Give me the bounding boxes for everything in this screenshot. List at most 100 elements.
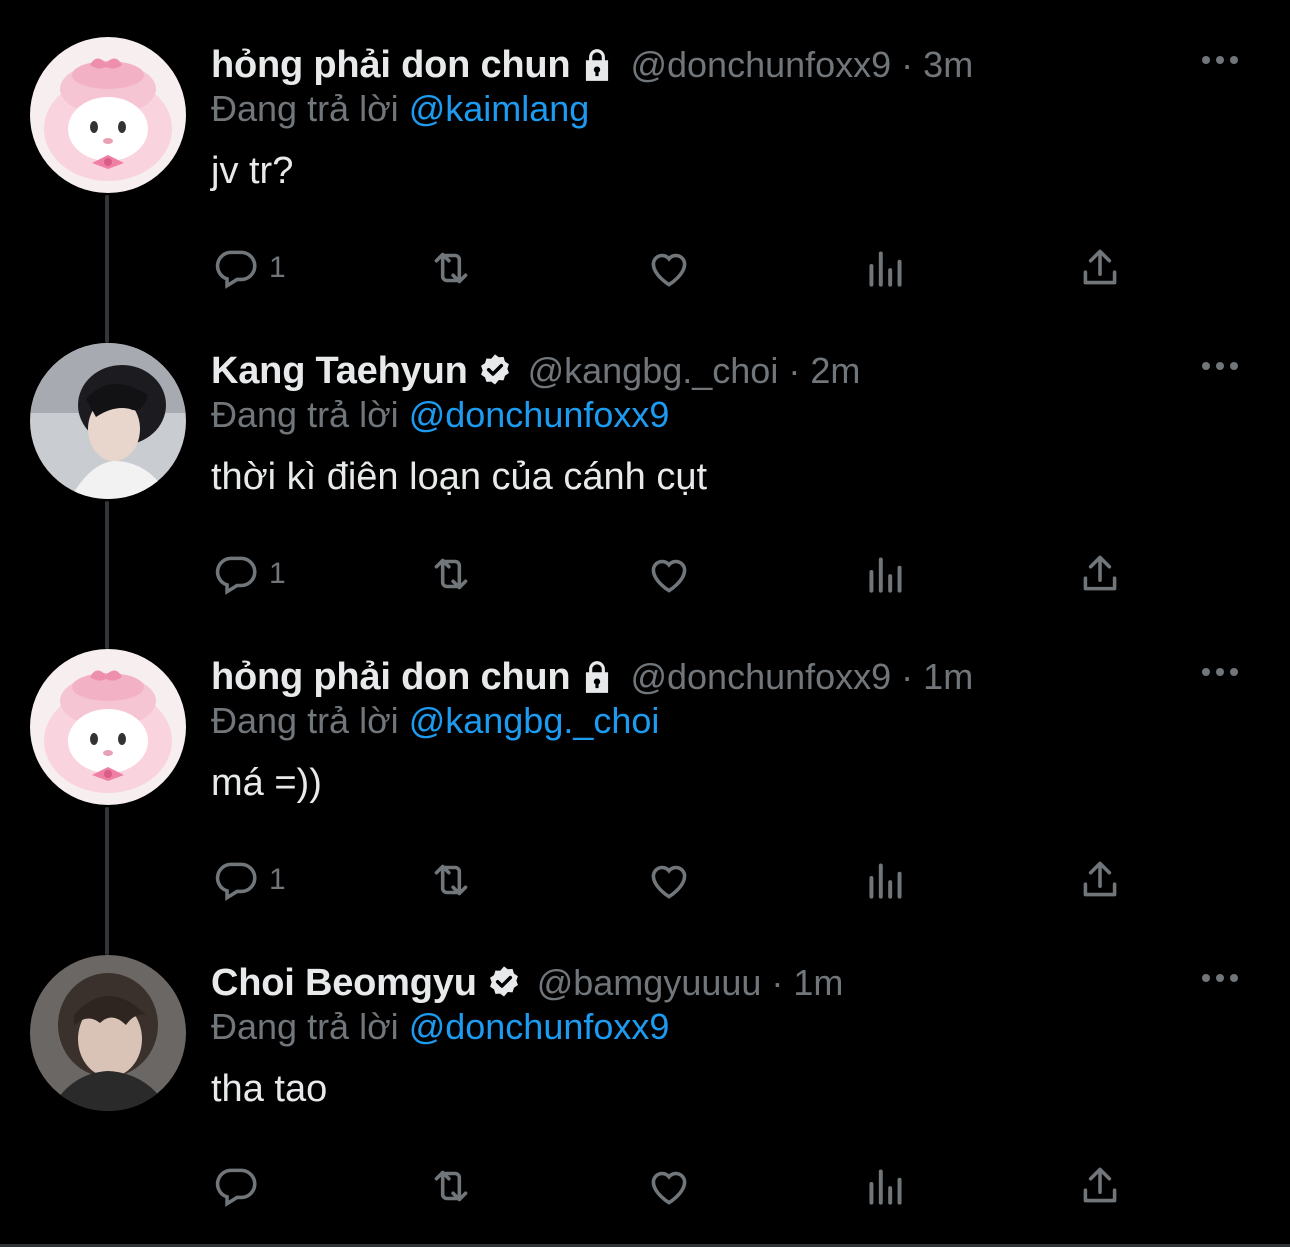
- views-button[interactable]: [861, 242, 911, 294]
- replying-to-link[interactable]: @kaimlang: [409, 88, 590, 129]
- retweet-button[interactable]: [426, 1160, 476, 1212]
- replying-to-link[interactable]: @donchunfoxx9: [409, 394, 670, 435]
- replying-to-label: Đang trả lời: [211, 700, 409, 741]
- retweet-button[interactable]: [426, 242, 476, 294]
- dot-icon: [1216, 362, 1224, 370]
- replying-to: Đang trả lời @kangbg._choi: [211, 700, 1230, 752]
- avatar[interactable]: [30, 343, 186, 499]
- tweet[interactable]: Kang Taehyun @kangbg._choi · 2m Đang trả…: [0, 306, 1290, 649]
- tweet-text: má =)): [211, 762, 322, 804]
- dot-icon: [1202, 974, 1210, 982]
- retweet-button[interactable]: [426, 854, 476, 906]
- separator-dot: ·: [771, 962, 784, 1003]
- heart-icon: [651, 865, 687, 899]
- replying-to: Đang trả lời @donchunfoxx9: [211, 394, 1230, 446]
- user-handle[interactable]: @bamgyuuuu: [537, 962, 762, 1004]
- separator-dot: ·: [901, 44, 914, 85]
- like-button[interactable]: [644, 242, 694, 294]
- timestamp[interactable]: 3m: [923, 44, 973, 86]
- reply-button[interactable]: 1: [211, 854, 286, 906]
- more-options-button[interactable]: [1202, 50, 1238, 70]
- replying-to-link[interactable]: @kangbg._choi: [409, 700, 660, 741]
- pink-bunny-avatar-icon: [30, 649, 186, 805]
- retweet-icon: [434, 1170, 468, 1202]
- action-bar: 1: [211, 242, 1131, 294]
- timestamp[interactable]: 2m: [810, 350, 860, 392]
- avatar[interactable]: [30, 649, 186, 805]
- tweet[interactable]: Choi Beomgyu @bamgyuuuu · 1m Đang trả lờ…: [0, 918, 1290, 1224]
- more-options-button[interactable]: [1202, 968, 1238, 988]
- replying-to: Đang trả lời @kaimlang: [211, 88, 1230, 140]
- dot-icon: [1202, 362, 1210, 370]
- tweet-text: jv tr?: [211, 150, 294, 192]
- action-bar: [211, 1160, 1131, 1212]
- dot-icon: [1216, 668, 1224, 676]
- dot-icon: [1216, 56, 1224, 64]
- reply-count: 1: [269, 863, 286, 896]
- retweet-icon: [434, 864, 468, 896]
- separator-dot: ·: [901, 656, 914, 697]
- timestamp[interactable]: 1m: [923, 656, 973, 698]
- reply-icon: [215, 1168, 257, 1207]
- like-button[interactable]: [644, 548, 694, 600]
- share-button[interactable]: [1075, 548, 1125, 600]
- replying-to-link[interactable]: @donchunfoxx9: [409, 1006, 670, 1047]
- dot-icon: [1230, 362, 1238, 370]
- views-button[interactable]: [861, 854, 911, 906]
- like-button[interactable]: [644, 1160, 694, 1212]
- user-handle[interactable]: @donchunfoxx9: [630, 656, 891, 698]
- tweet-text: thời kì điên loạn của cánh cụt: [211, 456, 708, 498]
- more-options-button[interactable]: [1202, 356, 1238, 376]
- reply-button[interactable]: 1: [211, 548, 286, 600]
- timestamp[interactable]: 1m: [793, 962, 843, 1004]
- views-button[interactable]: [861, 548, 911, 600]
- tweet-content: Choi Beomgyu @bamgyuuuu · 1m Đang trả lờ…: [211, 956, 1230, 1128]
- user-handle[interactable]: @kangbg._choi: [528, 350, 779, 392]
- reply-icon: [215, 556, 257, 595]
- pink-bunny-avatar-icon: [30, 37, 186, 193]
- display-name[interactable]: Choi Beomgyu: [211, 962, 477, 1005]
- reply-icon: [215, 250, 257, 289]
- lock-icon: [578, 658, 616, 696]
- avatar[interactable]: [30, 955, 186, 1111]
- retweet-icon: [434, 558, 468, 590]
- verified-icon: [476, 352, 514, 390]
- dot-icon: [1202, 668, 1210, 676]
- dot-icon: [1230, 974, 1238, 982]
- tweet-content: Kang Taehyun @kangbg._choi · 2m Đang trả…: [211, 344, 1230, 516]
- action-bar: 1: [211, 548, 1131, 600]
- heart-icon: [651, 253, 687, 287]
- dot-icon: [1202, 56, 1210, 64]
- reply-button[interactable]: 1: [211, 242, 286, 294]
- reply-button[interactable]: [211, 1160, 269, 1212]
- share-button[interactable]: [1075, 854, 1125, 906]
- reply-count: 1: [269, 557, 286, 590]
- tweet-header: Kang Taehyun @kangbg._choi · 2m: [211, 344, 1230, 398]
- lock-icon: [578, 46, 616, 84]
- retweet-button[interactable]: [426, 548, 476, 600]
- tweet-thread: hỏng phải don chun @donchunfoxx9 · 3m Đa…: [0, 0, 1290, 1247]
- more-options-button[interactable]: [1202, 662, 1238, 682]
- share-button[interactable]: [1075, 1160, 1125, 1212]
- replying-to-label: Đang trả lời: [211, 88, 409, 129]
- reply-icon: [215, 862, 257, 901]
- tweet[interactable]: hỏng phải don chun @donchunfoxx9 · 3m Đa…: [0, 0, 1290, 343]
- display-name[interactable]: Kang Taehyun: [211, 350, 468, 393]
- photo-avatar-icon: [30, 955, 186, 1111]
- photo-avatar-icon: [30, 343, 186, 499]
- share-icon: [1083, 555, 1117, 591]
- user-handle[interactable]: @donchunfoxx9: [630, 44, 891, 86]
- reply-count: 1: [269, 251, 286, 284]
- retweet-icon: [434, 252, 468, 284]
- tweet-content: hỏng phải don chun @donchunfoxx9 · 3m Đa…: [211, 38, 1230, 210]
- action-bar: 1: [211, 854, 1131, 906]
- avatar[interactable]: [30, 37, 186, 193]
- share-button[interactable]: [1075, 242, 1125, 294]
- tweet-text: tha tao: [211, 1068, 328, 1110]
- views-button[interactable]: [861, 1160, 911, 1212]
- display-name[interactable]: hỏng phải don chun: [211, 44, 571, 87]
- tweet[interactable]: hỏng phải don chun @donchunfoxx9 · 1m Đa…: [0, 612, 1290, 955]
- display-name[interactable]: hỏng phải don chun: [211, 656, 571, 699]
- tweet-header: Choi Beomgyu @bamgyuuuu · 1m: [211, 956, 1230, 1010]
- like-button[interactable]: [644, 854, 694, 906]
